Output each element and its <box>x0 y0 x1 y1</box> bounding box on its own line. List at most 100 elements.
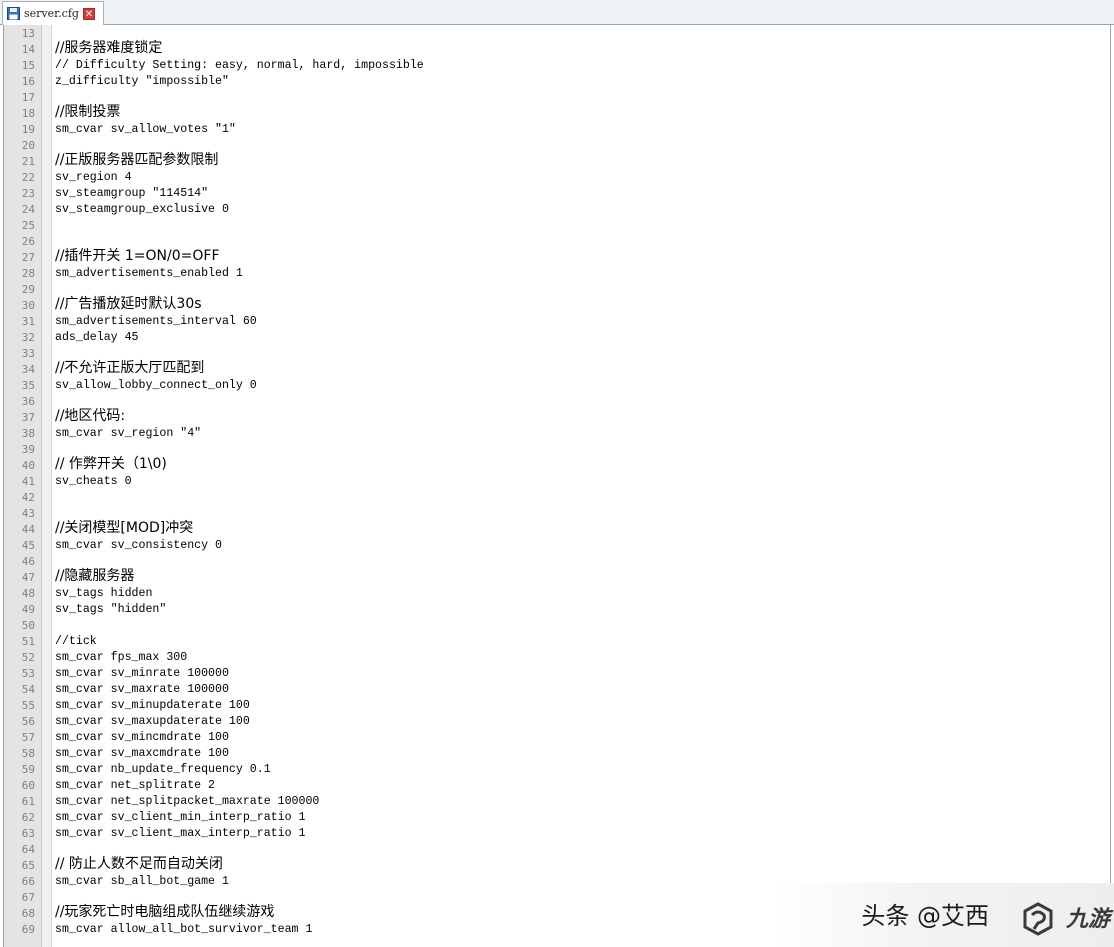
watermark: 头条 @艾西 九游 <box>774 883 1114 947</box>
code-line: 27 //插件开关 1=ON/0=OFF <box>4 248 1110 265</box>
code-line: 30 //广告播放延时默认30s <box>4 296 1110 313</box>
code-text: sm_cvar sb_all_bot_game 1 <box>55 875 229 888</box>
code-text: // Difficulty Setting: easy, normal, har… <box>55 59 424 72</box>
line-number: 32 <box>21 331 35 344</box>
code-line: 50 <box>4 617 1110 633</box>
line-number: 30 <box>21 299 35 312</box>
line-number: 15 <box>21 59 35 72</box>
code-text: sm_cvar nb_update_frequency 0.1 <box>55 763 271 776</box>
code-text: //插件开关 1=ON/0=OFF <box>55 248 220 264</box>
line-number: 19 <box>21 123 35 136</box>
code-text: //广告播放延时默认30s <box>55 296 202 312</box>
code-text: sm_cvar sv_maxrate 100000 <box>55 683 229 696</box>
code-line: 54 sm_cvar sv_maxrate 100000 <box>4 681 1110 697</box>
line-number: 69 <box>21 923 35 936</box>
line-number: 65 <box>21 859 35 872</box>
code-line: 65 // 防止人数不足而自动关闭 <box>4 856 1110 873</box>
line-number: 35 <box>21 379 35 392</box>
code-line: 57 sm_cvar sv_mincmdrate 100 <box>4 729 1110 745</box>
code-line: 21 //正版服务器匹配参数限制 <box>4 152 1110 169</box>
code-text: sm_cvar allow_all_bot_survivor_team 1 <box>55 923 313 936</box>
line-number: 45 <box>21 539 35 552</box>
code-line: 48 sv_tags hidden <box>4 585 1110 601</box>
code-line: 61 sm_cvar net_splitpacket_maxrate 100000 <box>4 793 1110 809</box>
code-text: sm_cvar net_splitrate 2 <box>55 779 216 792</box>
code-text: sv_tags hidden <box>55 587 153 600</box>
code-line: 38 sm_cvar sv_region "4" <box>4 425 1110 441</box>
code-text: //关闭模型[MOD]冲突 <box>55 520 194 536</box>
code-text: // 作弊开关（1\0) <box>55 456 167 472</box>
line-number: 16 <box>21 75 35 88</box>
watermark-logo-text: 九游 <box>1065 907 1110 932</box>
code-line: 17 <box>4 89 1110 105</box>
line-number: 29 <box>21 283 35 296</box>
line-number: 67 <box>21 891 35 904</box>
line-number: 53 <box>21 667 35 680</box>
watermark-text: 头条 @艾西 <box>861 902 989 930</box>
code-text: sv_allow_lobby_connect_only 0 <box>55 379 257 392</box>
line-number: 61 <box>21 795 35 808</box>
code-line: 31 sm_advertisements_interval 60 <box>4 313 1110 329</box>
tab-bar: server.cfg ✕ <box>0 0 1114 25</box>
line-number: 55 <box>21 699 35 712</box>
code-text: sv_steamgroup "114514" <box>55 187 209 200</box>
line-number: 42 <box>21 491 35 504</box>
line-number: 25 <box>21 219 35 232</box>
save-icon <box>7 7 20 20</box>
code-editor[interactable]: 13 14 //服务器难度锁定 15 // Difficulty Setting: ea… <box>3 25 1111 947</box>
code-line: 16 z_difficulty "impossible" <box>4 73 1110 89</box>
code-line: 13 <box>4 25 1110 41</box>
code-text: //玩家死亡时电脑组成队伍继续游戏 <box>55 904 275 920</box>
code-line: 32 ads_delay 45 <box>4 329 1110 345</box>
line-number: 20 <box>21 139 35 152</box>
code-text: z_difficulty "impossible" <box>55 75 229 88</box>
line-number: 48 <box>21 587 35 600</box>
code-line: 47 //隐藏服务器 <box>4 568 1110 585</box>
line-number: 58 <box>21 747 35 760</box>
code-line: 41 sv_cheats 0 <box>4 473 1110 489</box>
code-line: 53 sm_cvar sv_minrate 100000 <box>4 665 1110 681</box>
code-text: sm_cvar sv_mincmdrate 100 <box>55 731 229 744</box>
close-icon[interactable]: ✕ <box>82 7 95 20</box>
code-line: 62 sm_cvar sv_client_min_interp_ratio 1 <box>4 809 1110 825</box>
code-text: sm_cvar sv_consistency 0 <box>55 539 222 552</box>
code-line: 44 //关闭模型[MOD]冲突 <box>4 520 1110 537</box>
line-number: 68 <box>21 907 35 920</box>
line-number: 41 <box>21 475 35 488</box>
code-line: 37 //地区代码: <box>4 408 1110 425</box>
line-number: 64 <box>21 843 35 856</box>
code-text: sm_cvar fps_max 300 <box>55 651 188 664</box>
line-number: 47 <box>21 571 35 584</box>
code-line: 34 //不允许正版大厅匹配到 <box>4 360 1110 377</box>
code-text: //地区代码: <box>55 408 126 424</box>
code-line: 49 sv_tags "hidden" <box>4 601 1110 617</box>
tab-server-cfg[interactable]: server.cfg ✕ <box>2 1 104 25</box>
code-line: 40 // 作弊开关（1\0) <box>4 456 1110 473</box>
line-number: 26 <box>21 235 35 248</box>
line-number: 21 <box>21 155 35 168</box>
code-line: 18 //限制投票 <box>4 104 1110 121</box>
code-line: 14 //服务器难度锁定 <box>4 40 1110 57</box>
code-line: 23 sv_steamgroup "114514" <box>4 185 1110 201</box>
code-line: 39 <box>4 441 1110 457</box>
code-text: sv_cheats 0 <box>55 475 132 488</box>
line-number: 49 <box>21 603 35 616</box>
code-text: sm_cvar sv_minupdaterate 100 <box>55 699 250 712</box>
line-number: 24 <box>21 203 35 216</box>
line-number: 39 <box>21 443 35 456</box>
code-text: // 防止人数不足而自动关闭 <box>55 856 223 872</box>
line-number: 60 <box>21 779 35 792</box>
line-number: 27 <box>21 251 35 264</box>
code-text: //服务器难度锁定 <box>55 40 163 56</box>
code-text: sm_cvar sv_client_max_interp_ratio 1 <box>55 827 306 840</box>
line-number: 17 <box>21 91 35 104</box>
code-text: sm_cvar sv_allow_votes "1" <box>55 123 236 136</box>
code-line: 19 sm_cvar sv_allow_votes "1" <box>4 121 1110 137</box>
code-line: 55 sm_cvar sv_minupdaterate 100 <box>4 697 1110 713</box>
code-text: //不允许正版大厅匹配到 <box>55 360 205 376</box>
code-text: sm_advertisements_interval 60 <box>55 315 257 328</box>
code-text: //正版服务器匹配参数限制 <box>55 152 219 168</box>
code-text: //限制投票 <box>55 104 121 120</box>
code-text: sm_cvar sv_minrate 100000 <box>55 667 229 680</box>
tab-title: server.cfg <box>24 7 79 20</box>
